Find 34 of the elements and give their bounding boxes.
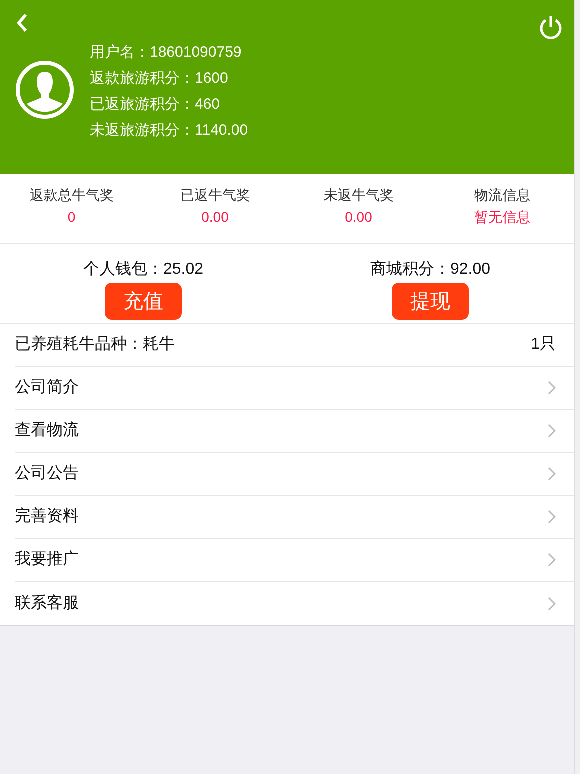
- profile-info-text: 已返旅游积分：460: [90, 95, 222, 115]
- menu-item[interactable]: 完善资料: [15, 505, 548, 529]
- wallet-action-button[interactable]: 提现: [392, 283, 469, 320]
- menu-item[interactable]: 我要推广: [15, 548, 548, 572]
- menu-item[interactable]: 公司简介: [15, 376, 548, 400]
- chevron-right-icon: [548, 510, 556, 524]
- back-icon: [16, 13, 28, 33]
- profile-info-text: 用户名：18601090759: [90, 43, 243, 63]
- stat-value: 0.00: [202, 208, 229, 227]
- stat-value: 0.00: [345, 208, 372, 227]
- wallet-balance: 个人钱包：25.02: [83, 260, 204, 280]
- power-button[interactable]: [538, 14, 564, 40]
- wallet-balance: 商城积分：92.00: [370, 260, 491, 280]
- stat-value: 暂无信息: [474, 208, 530, 227]
- menu-item-label: 已养殖耗牛品种：耗牛: [15, 334, 176, 355]
- stat-value: 0: [68, 208, 76, 227]
- chevron-right-icon: [548, 424, 556, 438]
- power-icon: [538, 14, 564, 40]
- stat-label: 未返牛气奖: [324, 186, 394, 205]
- chevron-right-icon: [548, 596, 556, 610]
- avatar-icon: [15, 60, 75, 120]
- menu-item[interactable]: 查看物流: [15, 419, 548, 443]
- chevron-right-icon: [548, 553, 556, 567]
- menu-item[interactable]: 公司公告: [15, 462, 548, 486]
- stat-label: 物流信息: [474, 186, 530, 205]
- profile-info-text: 返款旅游积分：1600: [90, 69, 230, 89]
- profile-info-text: 未返旅游积分：1140.00: [90, 121, 248, 141]
- stat-label: 返款总牛气奖: [30, 186, 114, 205]
- chevron-right-icon: [548, 467, 556, 481]
- menu-item[interactable]: 联系客服: [15, 592, 548, 616]
- menu-item-value: 1只: [531, 335, 556, 355]
- stat-label: 已返牛气奖: [180, 186, 250, 205]
- chevron-right-icon: [548, 381, 556, 395]
- wallet-action-button[interactable]: 充值: [105, 283, 182, 320]
